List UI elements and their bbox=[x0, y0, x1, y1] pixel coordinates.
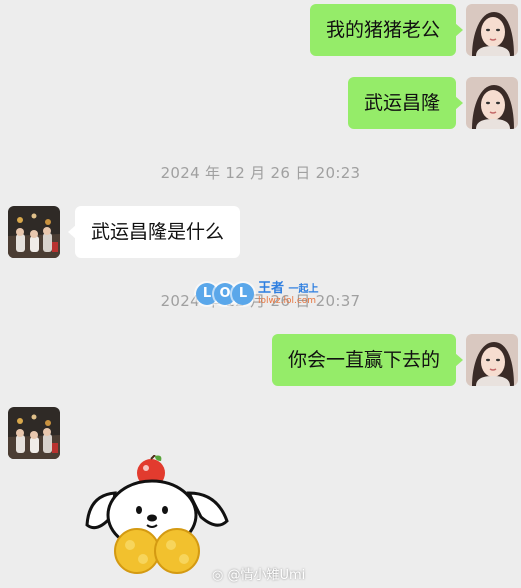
avatar-me[interactable] bbox=[466, 77, 518, 129]
message-bubble-me[interactable]: 你会一直赢下去的 bbox=[271, 334, 464, 386]
watermark-sub: lolwz.lol.com bbox=[258, 296, 317, 306]
watermark-yiqishang: 一起上 bbox=[288, 284, 319, 295]
avatar-me[interactable] bbox=[466, 334, 518, 386]
watermark-wangzhe: 王者 bbox=[258, 281, 285, 296]
message-bubble-me[interactable]: 武运昌隆 bbox=[347, 77, 464, 129]
avatar-me[interactable] bbox=[466, 4, 518, 56]
message-bubble-me[interactable]: 我的猪猪老公 bbox=[309, 4, 464, 56]
weibo-icon: ◎ bbox=[212, 568, 224, 583]
weibo-watermark: ◎ @情小雉Umi bbox=[212, 568, 306, 583]
lol-logo-icon: L bbox=[232, 283, 254, 305]
avatar-contact[interactable] bbox=[8, 206, 60, 258]
timestamp: 2024 年 12 月 26 日 20:23 bbox=[160, 164, 361, 182]
avatar-contact[interactable] bbox=[8, 407, 60, 459]
message-bubble-contact[interactable]: 武运昌隆是什么 bbox=[67, 206, 241, 258]
lol-watermark-logo: L O L 王者 一起上 lolwz.lol.com bbox=[196, 277, 319, 311]
dog-apple-sticker[interactable] bbox=[85, 454, 230, 584]
